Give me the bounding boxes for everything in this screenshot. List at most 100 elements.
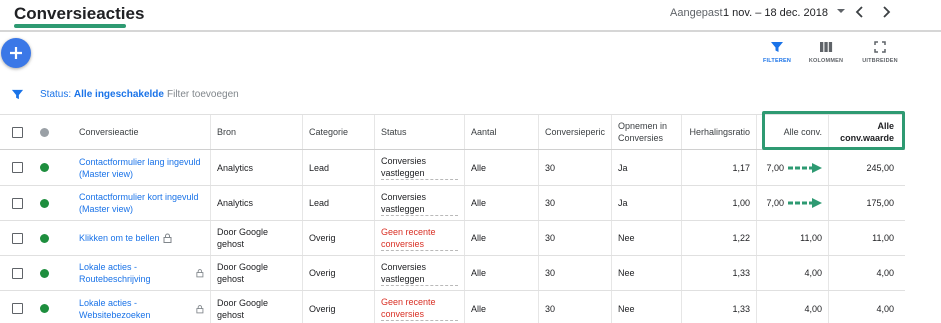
status-dot-icon: [40, 268, 49, 278]
source-cell: Analytics: [210, 186, 302, 220]
header-all-value[interactable]: Alle conv.waarde: [828, 115, 900, 149]
header-count[interactable]: Aantal: [464, 115, 538, 149]
ratio-cell: 1,22: [681, 221, 756, 255]
add-filter-link[interactable]: Filter toevoegen: [167, 89, 239, 100]
table-row[interactable]: Contactformulier kort ingevuld (Master v…: [0, 186, 905, 221]
conversion-action-link[interactable]: Contactformulier lang ingevuld (Master v…: [79, 156, 204, 180]
top-bar: Conversieacties Aangepast 1 nov. – 18 de…: [0, 0, 941, 32]
filter-icon[interactable]: [11, 88, 24, 101]
ratio-cell: 1,17: [681, 150, 756, 185]
all-conv-cell: 11,00: [800, 233, 822, 243]
all-value-cell: 4,00: [828, 256, 900, 290]
include-cell: Nee: [611, 291, 681, 323]
columns-toolbar-button[interactable]: KOLOMMEN: [801, 40, 851, 70]
status-filter-prefix: Status:: [40, 89, 72, 100]
source-cell: Door Google gehost: [210, 291, 302, 323]
status-dot-icon: [40, 163, 49, 172]
category-cell: Lead: [302, 186, 374, 220]
date-dropdown-icon[interactable]: [834, 4, 848, 18]
count-cell: Alle: [464, 221, 538, 255]
count-cell: Alle: [464, 186, 538, 220]
status-dot-icon: [40, 233, 49, 243]
expand-toolbar-button[interactable]: UITBREIDEN: [855, 40, 905, 70]
header-category[interactable]: Categorie: [302, 115, 374, 149]
header-action[interactable]: Conversieactie: [73, 115, 210, 149]
status-cell[interactable]: Conversies vastleggen: [381, 155, 458, 180]
status-filter-chip[interactable]: Status: Alle ingeschakelde: [40, 89, 164, 100]
filter-icon: [771, 42, 783, 52]
arrow-indicator-icon: [788, 198, 822, 208]
table-header-row: Conversieactie Bron Categorie Status Aan…: [0, 114, 905, 150]
all-value-cell: 11,00: [828, 221, 900, 255]
table-row[interactable]: Lokale acties - Routebeschrijving Door Go…: [0, 256, 905, 291]
arrow-indicator-icon: [788, 162, 822, 173]
row-checkbox[interactable]: [12, 162, 23, 173]
header-source[interactable]: Bron: [210, 115, 302, 149]
conversion-action-link[interactable]: Contactformulier kort ingevuld (Master v…: [79, 191, 204, 215]
status-dot-icon: [40, 198, 49, 208]
previous-period-icon[interactable]: [852, 4, 868, 20]
count-cell: Alle: [464, 150, 538, 185]
all-conv-cell: 7,00: [766, 198, 784, 208]
include-cell: Nee: [611, 221, 681, 255]
add-conversion-button[interactable]: [1, 38, 31, 68]
plus-icon: [10, 47, 22, 59]
status-cell[interactable]: Conversies vastleggen: [381, 191, 458, 216]
category-cell: Overig: [302, 221, 374, 255]
all-value-cell: 175,00: [828, 186, 900, 220]
row-checkbox[interactable]: [12, 197, 23, 209]
header-period[interactable]: Conversieperic: [538, 115, 611, 149]
fullscreen-icon: [874, 41, 886, 53]
lock-icon: [196, 304, 204, 313]
header-all-conv[interactable]: Alle conv.: [756, 115, 828, 149]
table-row[interactable]: Contactformulier lang ingevuld (Master v…: [0, 150, 905, 186]
status-cell[interactable]: Geen recente conversies: [381, 296, 458, 321]
all-conv-cell: 4,00: [804, 268, 822, 278]
header-status[interactable]: Status: [374, 115, 464, 149]
filter-toolbar-button[interactable]: FILTEREN: [752, 40, 802, 70]
ratio-cell: 1,33: [681, 256, 756, 290]
count-cell: Alle: [464, 256, 538, 290]
source-cell: Door Google gehost: [210, 221, 302, 255]
category-cell: Lead: [302, 150, 374, 185]
conversion-action-link[interactable]: Lokale acties - Websitebezoeken: [79, 297, 193, 321]
title-highlight-underline: [14, 24, 126, 28]
conversion-action-link[interactable]: Lokale acties - Routebeschrijving: [79, 261, 193, 285]
status-cell[interactable]: Geen recente conversies: [381, 226, 458, 251]
status-filter-value: Alle ingeschakelde: [73, 89, 164, 100]
ratio-cell: 1,33: [681, 291, 756, 323]
columns-icon: [820, 42, 833, 52]
conversion-action-link[interactable]: Klikken om te bellen: [79, 232, 160, 244]
period-cell: 30: [538, 150, 611, 185]
all-value-cell: 245,00: [828, 150, 900, 185]
header-ratio[interactable]: Herhalingsratio: [681, 115, 756, 149]
status-dot-header-icon: [40, 127, 49, 137]
include-cell: Ja: [611, 150, 681, 185]
include-cell: Ja: [611, 186, 681, 220]
lock-icon: [196, 269, 204, 278]
status-cell[interactable]: Conversies vastleggen: [381, 261, 458, 286]
include-cell: Nee: [611, 256, 681, 290]
ratio-cell: 1,00: [681, 186, 756, 220]
status-dot-icon: [40, 304, 49, 313]
lock-icon: [163, 233, 172, 243]
row-checkbox[interactable]: [12, 232, 23, 244]
category-cell: Overig: [302, 256, 374, 290]
count-cell: Alle: [464, 291, 538, 323]
category-cell: Overig: [302, 291, 374, 323]
page-title: Conversieacties: [14, 4, 145, 23]
source-cell: Door Google gehost: [210, 256, 302, 290]
row-checkbox[interactable]: [12, 267, 23, 279]
filter-toolbar-label: FILTEREN: [762, 58, 792, 64]
row-checkbox[interactable]: [12, 303, 23, 314]
period-cell: 30: [538, 256, 611, 290]
date-range-value[interactable]: 1 nov. – 18 dec. 2018: [723, 7, 828, 19]
next-period-icon[interactable]: [878, 4, 894, 20]
columns-toolbar-label: KOLOMMEN: [808, 58, 844, 64]
table-row[interactable]: Klikken om te bellen Door Google gehost Ov…: [0, 221, 905, 256]
select-all-checkbox[interactable]: [12, 126, 23, 138]
filter-bar: Status: Alle ingeschakelde Filter toevoe…: [0, 84, 941, 106]
table-row[interactable]: Lokale acties - Websitebezoeken Door Goog…: [0, 291, 905, 323]
source-cell: Analytics: [210, 150, 302, 185]
header-include[interactable]: Opnemen in Conversies: [611, 115, 681, 149]
